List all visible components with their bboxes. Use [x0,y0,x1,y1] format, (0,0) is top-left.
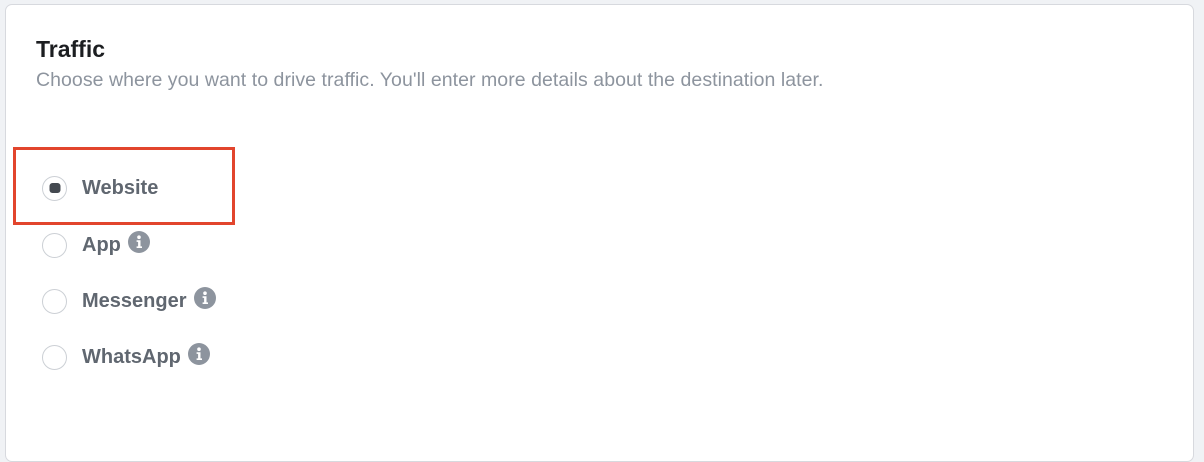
radio-messenger[interactable] [42,288,67,314]
radio-website[interactable] [42,175,67,201]
option-label-app: App [82,233,121,256]
option-messenger[interactable]: Messenger [42,286,216,316]
section-title: Traffic [36,36,106,62]
info-icon[interactable] [187,343,210,365]
option-label-website: Website [82,176,159,199]
radio-whatsapp[interactable] [42,344,67,370]
info-icon[interactable] [193,287,216,309]
radio-app[interactable] [42,232,67,258]
option-app[interactable]: App [42,230,150,260]
option-website[interactable]: Website [42,173,158,203]
section-subtitle: Choose where you want to drive traffic. … [36,69,824,91]
option-label-messenger: Messenger [82,289,187,312]
option-label-whatsapp: WhatsApp [82,345,181,368]
option-whatsapp[interactable]: WhatsApp [42,342,210,372]
traffic-card: Traffic Choose where you want to drive t… [5,4,1194,462]
info-icon[interactable] [127,231,150,253]
